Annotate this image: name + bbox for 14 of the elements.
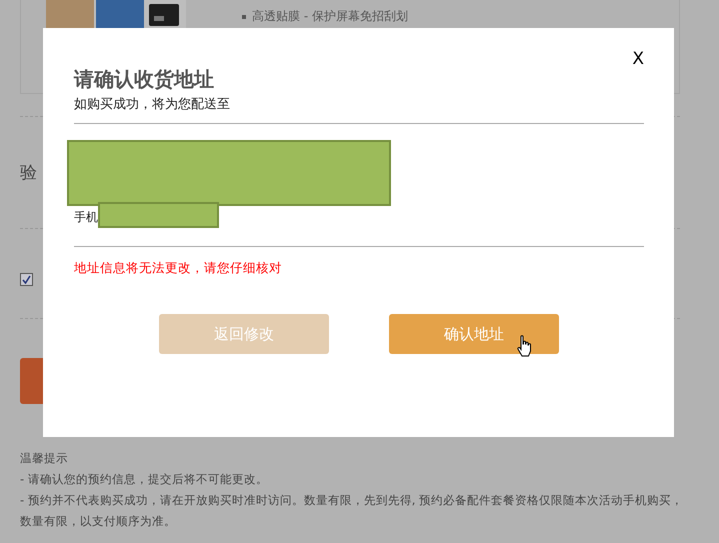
agree-checkbox[interactable]: [20, 273, 33, 286]
tip-text: - 预约并不代表购买成功，请在开放购买时准时访问。数量有限，先到先得, 预约必备配件套餐资格仅限随本次活动手机购买，数量有限，以支付顺序为准。: [20, 492, 684, 530]
hand-cursor-icon: [517, 335, 533, 357]
back-button[interactable]: 返回修改: [159, 314, 329, 354]
phone-label: 手机: [74, 209, 98, 226]
section-label: 验: [20, 162, 37, 184]
dialog-subtitle: 如购买成功，将为您配送至: [74, 96, 231, 113]
warning-text: 地址信息将无法更改，请您仔细核对: [74, 260, 283, 277]
bullet-icon: [242, 14, 246, 19]
tips-title: 温馨提示: [20, 450, 69, 467]
close-button[interactable]: X: [632, 49, 644, 69]
dialog-title: 请确认收货地址: [74, 66, 215, 93]
confirm-button[interactable]: 确认地址: [389, 314, 559, 354]
tip-text: - 请确认您的预约信息，提交后将不可能更改。: [20, 471, 269, 488]
